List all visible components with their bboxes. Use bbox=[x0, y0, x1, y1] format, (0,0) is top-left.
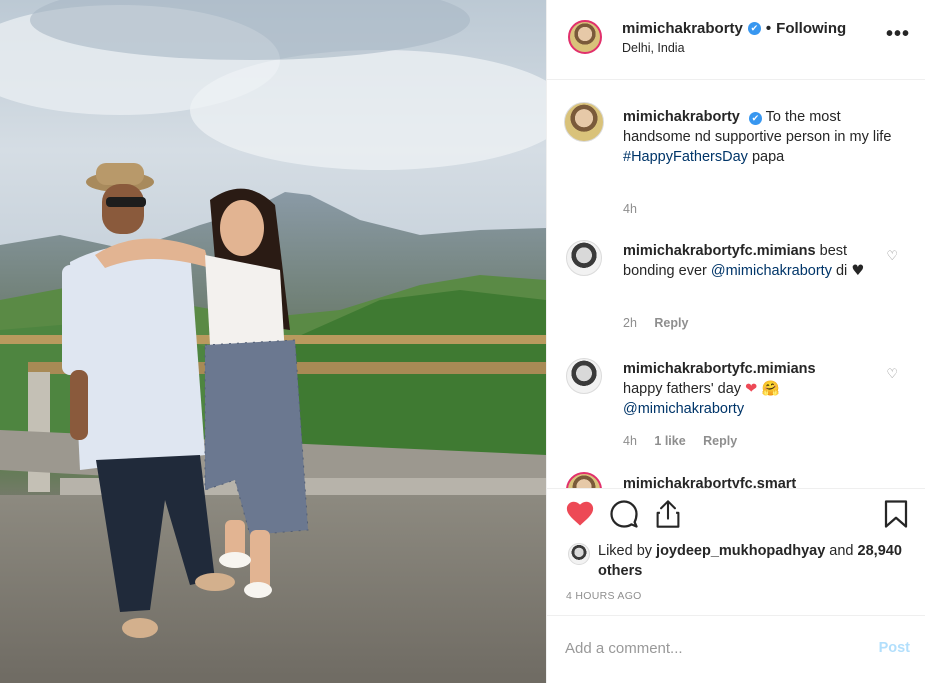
caption-time[interactable]: 4h bbox=[623, 202, 637, 216]
caption-meta: 4h bbox=[623, 202, 651, 216]
author-username[interactable]: mimichakraborty bbox=[622, 20, 743, 37]
comment-like-count[interactable]: 1 like bbox=[654, 434, 685, 448]
commenter-avatar[interactable] bbox=[566, 358, 602, 394]
post-timestamp[interactable]: 4 HOURS AGO bbox=[566, 590, 642, 602]
commenter-avatar[interactable] bbox=[566, 472, 602, 488]
mention-link[interactable]: @mimichakraborty bbox=[711, 263, 832, 279]
liked-by-label: Liked by bbox=[598, 543, 653, 559]
caption-username[interactable]: mimichakraborty bbox=[623, 109, 740, 125]
more-options-icon[interactable]: ••• bbox=[886, 24, 910, 44]
red-heart-hug-emoji: ❤ 🤗 bbox=[745, 381, 780, 397]
author-avatar[interactable] bbox=[568, 20, 602, 54]
post-photo[interactable] bbox=[0, 0, 546, 683]
comment-username[interactable]: mimichakrabortyfc.smart bbox=[623, 476, 796, 488]
caption-text: mimichakraborty ✔ To the most handsome n… bbox=[623, 107, 901, 167]
verified-badge-icon: ✔ bbox=[748, 112, 762, 125]
caption-author-avatar[interactable] bbox=[564, 102, 604, 142]
reply-button[interactable]: Reply bbox=[654, 316, 688, 330]
likes-text: Liked by joydeep_mukhopadhyay and 28,940… bbox=[598, 541, 908, 581]
mention-link[interactable]: @mimichakraborty bbox=[623, 401, 744, 417]
comment-meta: 4h 1 like Reply bbox=[623, 434, 751, 448]
comment-body: happy fathers' day bbox=[623, 381, 742, 397]
bookmark-icon[interactable] bbox=[883, 499, 909, 529]
post-comment-button[interactable]: Post bbox=[879, 640, 910, 656]
reply-button[interactable]: Reply bbox=[703, 434, 737, 448]
black-heart-emoji: ♥ bbox=[851, 263, 865, 279]
comment-time[interactable]: 2h bbox=[623, 316, 637, 330]
comment-username[interactable]: mimichakrabortyfc.mimians bbox=[623, 243, 816, 259]
liker-username[interactable]: joydeep_mukhopadhyay bbox=[656, 543, 825, 559]
comment-like-heart-outline-icon[interactable]: ♡ bbox=[886, 248, 898, 264]
post-header: mimichakraborty ✔ • Following Delhi, Ind… bbox=[547, 0, 925, 80]
separator-dot: • bbox=[765, 20, 772, 37]
comment-meta: 2h Reply bbox=[623, 316, 702, 330]
comment-text: mimichakrabortyfc.mimians best bonding e… bbox=[623, 241, 901, 281]
photo-illustration bbox=[0, 0, 546, 683]
liker-avatar[interactable] bbox=[568, 543, 590, 565]
comment-tail: di bbox=[835, 263, 848, 279]
comment-text: mimichakrabortyfc.smart bbox=[623, 474, 901, 488]
caption-tail: papa bbox=[751, 149, 785, 165]
post-actions-bar bbox=[547, 488, 925, 538]
verified-badge-icon: ✔ bbox=[747, 22, 761, 35]
comment-time[interactable]: 4h bbox=[623, 434, 637, 448]
hashtag-link[interactable]: #HappyFathersDay bbox=[623, 149, 748, 165]
commenter-avatar[interactable] bbox=[566, 240, 602, 276]
heart-filled-icon[interactable] bbox=[565, 499, 595, 527]
comment-bubble-icon[interactable] bbox=[609, 499, 639, 529]
add-comment-bar: Post bbox=[547, 615, 925, 683]
post-side-panel: mimichakraborty ✔ • Following Delhi, Ind… bbox=[546, 0, 925, 683]
comment-like-heart-outline-icon[interactable]: ♡ bbox=[886, 366, 898, 382]
comment-username[interactable]: mimichakrabortyfc.mimians bbox=[623, 361, 816, 377]
share-icon[interactable] bbox=[654, 499, 682, 529]
comments-list[interactable]: mimichakraborty ✔ To the most handsome n… bbox=[547, 80, 925, 488]
post-location[interactable]: Delhi, India bbox=[622, 41, 685, 55]
following-button[interactable]: Following bbox=[776, 20, 846, 37]
likes-connector: and bbox=[829, 543, 854, 559]
author-line: mimichakraborty ✔ • Following bbox=[622, 20, 846, 37]
comment-input[interactable] bbox=[565, 636, 865, 660]
comment-text: mimichakrabortyfc.mimians happy fathers'… bbox=[623, 359, 901, 419]
